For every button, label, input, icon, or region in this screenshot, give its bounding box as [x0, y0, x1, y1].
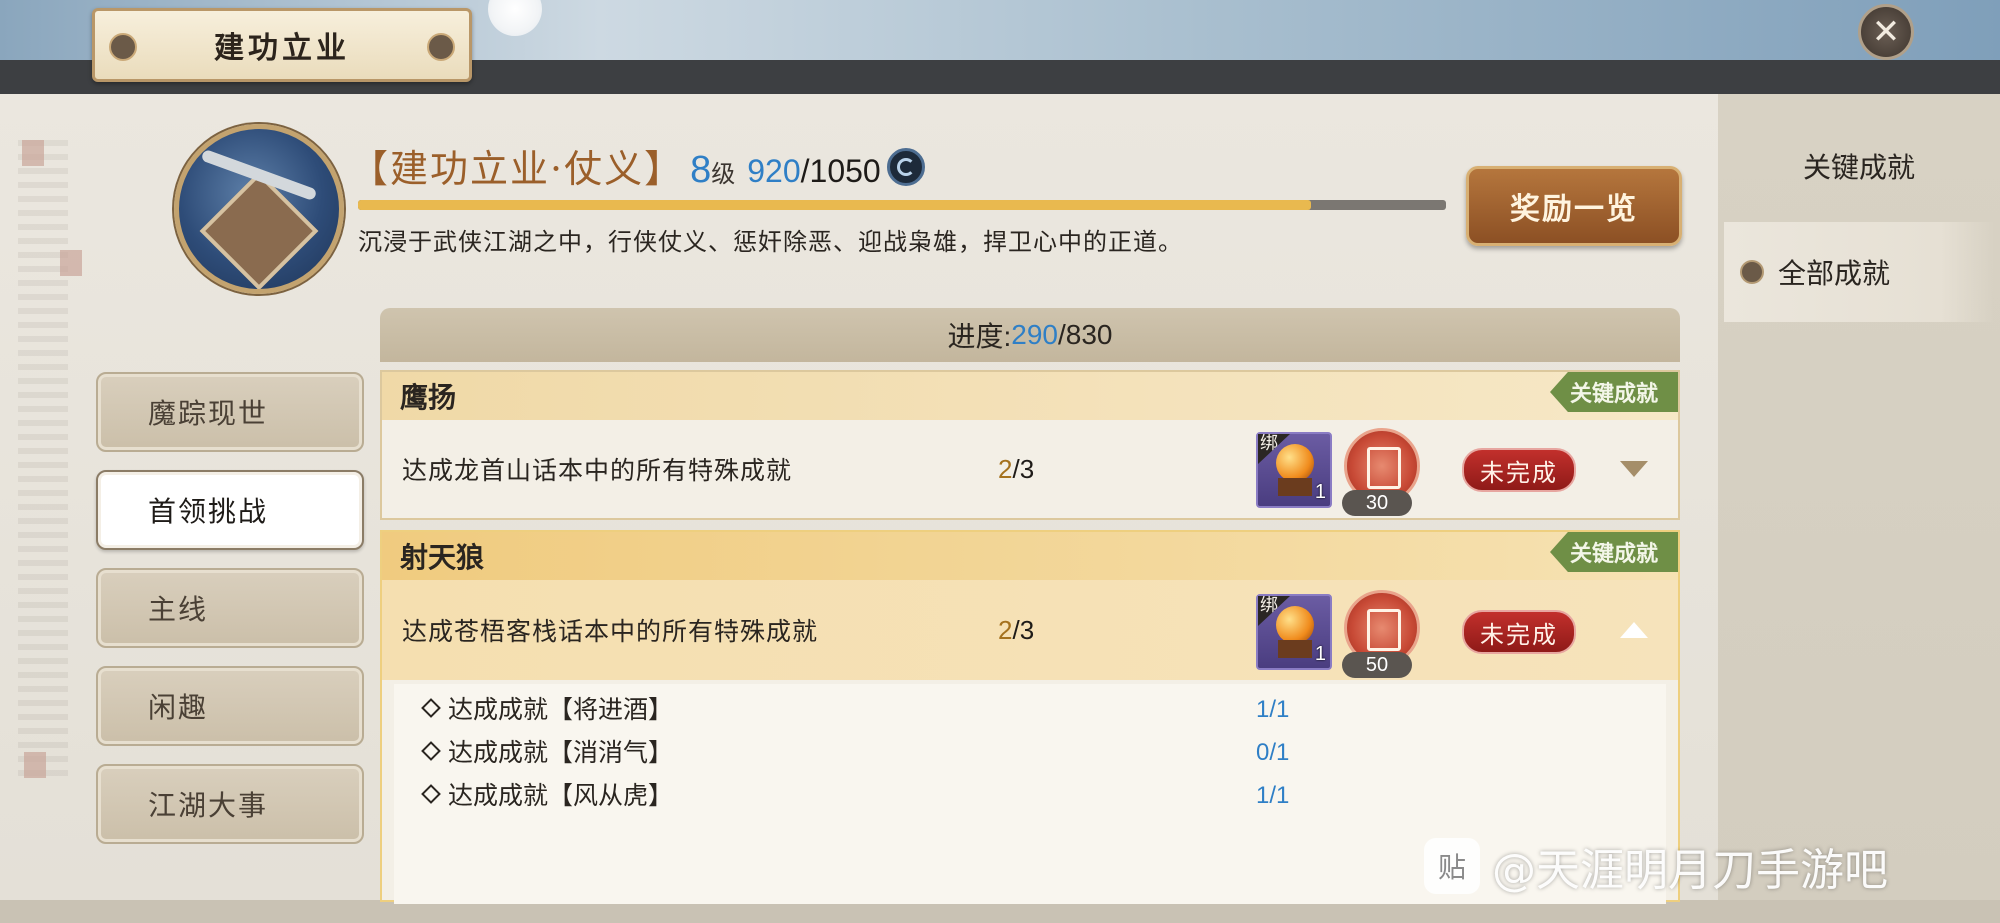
achievement-row[interactable]: 达成龙首山话本中的所有特殊成就 2/3 绑 1 30 未完成	[382, 420, 1678, 518]
group-title: 鹰扬	[400, 381, 457, 414]
diamond-bullet-icon	[421, 741, 441, 761]
exp-separator: /	[800, 153, 810, 189]
list-item: 达成成就【风从虎】	[421, 774, 674, 814]
tab-label: 全部成就	[1778, 257, 1891, 290]
exp-current: 920	[747, 153, 801, 189]
category-label: 魔踪现世	[148, 397, 269, 430]
reward-item-slot[interactable]: 绑 1	[1256, 594, 1332, 670]
window-title: 建功立业	[214, 31, 350, 66]
orb-icon	[1276, 606, 1314, 644]
achievement-description: 沉浸于武侠江湖之中，行侠仗义、惩奸除恶、迎战枭雄，捍卫心中的正道。	[358, 228, 1183, 256]
category-label: 主线	[148, 593, 209, 626]
progress-current: 290	[1011, 319, 1058, 350]
achievement-progress: 2/3	[998, 614, 1035, 645]
token-count: 50	[1342, 652, 1412, 678]
list-item: 达成成就【将进酒】	[421, 688, 674, 728]
key-achievement-tag: 关键成就	[1550, 532, 1678, 572]
status-badge: 未完成	[1462, 448, 1576, 492]
achievement-progress: 2/3	[998, 453, 1035, 484]
list-item: 达成成就【消消气】	[421, 731, 674, 771]
watermark-badge: 贴	[1424, 838, 1480, 894]
watermark: 贴 @天涯明月刀手游吧	[1424, 836, 1888, 896]
sub-achievement-progress: 1/1	[1256, 696, 1290, 723]
seal-stamp-icon	[22, 140, 44, 166]
category-button[interactable]: 魔踪现世	[96, 372, 364, 452]
status-badge: 未完成	[1462, 610, 1576, 654]
chevron-up-icon[interactable]	[1620, 622, 1648, 638]
item-count: 1	[1314, 643, 1326, 665]
sub-achievement-progress: 1/1	[1256, 782, 1290, 809]
seal-stamp-icon	[60, 250, 82, 276]
category-label: 江湖大事	[148, 789, 269, 822]
item-count: 1	[1314, 481, 1326, 503]
category-button-selected[interactable]: 首领挑战	[96, 470, 364, 550]
group-header: 射天狼 关键成就	[382, 532, 1678, 580]
token-count: 30	[1342, 490, 1412, 516]
ornament-icon	[109, 33, 137, 61]
category-button[interactable]: 主线	[96, 568, 364, 648]
tab-all-achievements[interactable]: 全部成就	[1724, 222, 1994, 322]
reward-overview-button[interactable]: 奖励一览	[1466, 166, 1682, 246]
achievement-title-line: 【建功立业·仗义】 8 级 920 / 1050	[350, 138, 925, 191]
tab-key-achievements[interactable]: 关键成就	[1724, 116, 1994, 216]
exp-max: 1050	[809, 153, 881, 189]
seal-stamp-icon	[24, 752, 46, 778]
window-title-plaque: 建功立业	[92, 8, 472, 82]
progress-separator: /	[1058, 319, 1066, 350]
group-title: 射天狼	[400, 541, 485, 574]
category-label: 闲趣	[148, 691, 209, 724]
achievement-level: 8	[690, 149, 712, 191]
ornament-icon	[427, 33, 455, 61]
category-button[interactable]: 闲趣	[96, 666, 364, 746]
category-label: 首领挑战	[148, 495, 269, 528]
achievement-emblem	[174, 124, 344, 294]
progress-total: 830	[1065, 319, 1113, 350]
pedestal-icon	[1278, 640, 1312, 658]
sub-achievement-progress: 0/1	[1256, 739, 1290, 766]
level-unit: 级	[711, 160, 736, 188]
sub-achievement-label: 达成成就【消消气】	[448, 738, 674, 767]
sub-achievement-label: 达成成就【将进酒】	[448, 695, 674, 724]
sub-achievement-label: 达成成就【风从虎】	[448, 781, 674, 810]
tab-label: 关键成就	[1802, 151, 1915, 184]
achievement-group: 鹰扬 关键成就 达成龙首山话本中的所有特殊成就 2/3 绑 1 30 未完成	[380, 370, 1680, 520]
overall-progress: 进度: 290 / 830	[380, 308, 1680, 362]
close-button[interactable]: ✕	[1858, 4, 1914, 60]
category-button[interactable]: 江湖大事	[96, 764, 364, 844]
achievement-name: 【建功立业·仗义】	[350, 147, 685, 191]
refresh-coin-icon[interactable]	[886, 148, 925, 186]
diamond-bullet-icon	[421, 784, 441, 804]
achievement-row[interactable]: 达成苍梧客栈话本中的所有特殊成就 2/3 绑 1 50 未完成	[382, 580, 1678, 680]
progress-label: 进度:	[947, 321, 1012, 352]
exp-progress-bar	[358, 200, 1446, 210]
exp-progress-fill	[358, 200, 1312, 210]
selected-dot-icon	[1740, 260, 1764, 284]
close-icon: ✕	[1871, 12, 1901, 52]
pedestal-icon	[1278, 478, 1312, 496]
watermark-text: @天涯明月刀手游吧	[1492, 845, 1888, 896]
achievement-desc: 达成龙首山话本中的所有特殊成就	[402, 456, 793, 485]
chevron-down-icon[interactable]	[1620, 461, 1648, 477]
key-achievement-tag: 关键成就	[1550, 372, 1678, 412]
achievement-desc: 达成苍梧客栈话本中的所有特殊成就	[402, 617, 819, 646]
diamond-bullet-icon	[421, 698, 441, 718]
reward-item-slot[interactable]: 绑 1	[1256, 432, 1332, 508]
group-header: 鹰扬 关键成就	[382, 372, 1678, 420]
orb-icon	[1276, 444, 1314, 482]
calligraphy-decoration	[18, 140, 68, 780]
